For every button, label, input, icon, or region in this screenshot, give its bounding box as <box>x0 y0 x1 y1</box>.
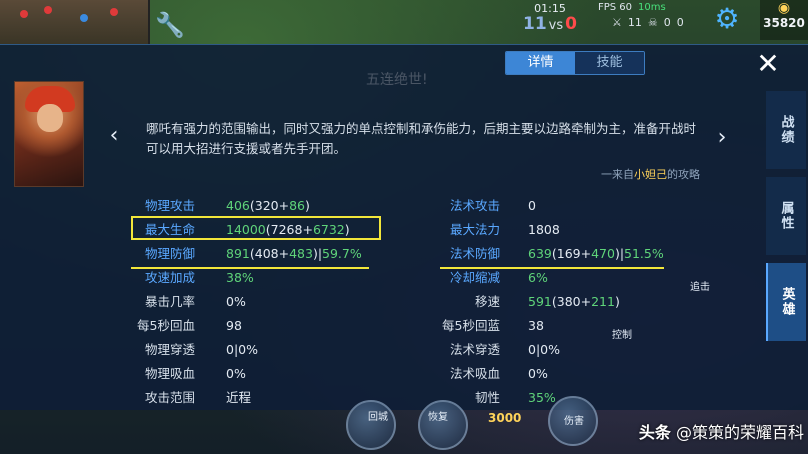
stat-label: 冷却缩减 <box>449 270 500 285</box>
top-hud: 🔧 01:15 11 vs 0 FPS 60 10ms ⚔ 11 ☠ 0 0 ⚙ ◉… <box>0 0 808 44</box>
assists: 0 <box>676 16 684 29</box>
gear-icon[interactable]: ⚙ <box>712 4 742 34</box>
minimap[interactable] <box>0 0 150 44</box>
score-blue: 11 <box>523 14 547 34</box>
hero-portrait <box>14 81 84 187</box>
stat-value: 639(169+470)|51.5% <box>528 242 664 266</box>
stat-value: 0 <box>528 194 536 218</box>
side-tabs: 战绩 属性 英雄 <box>766 91 806 351</box>
death-icon: ☠ <box>647 16 658 29</box>
chase-label: 追击 <box>690 282 710 293</box>
minimap-dot <box>80 14 88 22</box>
side-tab-hero[interactable]: 英雄 <box>766 263 806 341</box>
quote-author[interactable]: 小妲己 <box>634 168 667 181</box>
quote-suffix: 的攻略 <box>667 168 700 181</box>
stat-value-base: (380+ <box>551 294 592 309</box>
minimap-dot <box>20 10 28 18</box>
stat-value: 0% <box>528 362 548 386</box>
footer-watermark: 头条 @策策的荣耀百科 <box>594 420 804 446</box>
stat-value-main: 0|0% <box>528 342 560 357</box>
stat-value: 591(380+211) <box>528 290 620 314</box>
stat-value-main: 0 <box>528 198 536 213</box>
hero-description: 哪吒有强力的范围输出，同时又强力的单点控制和承伤能力，后期主要以边路牵制为主，准… <box>146 121 697 156</box>
kills: 11 <box>627 16 642 29</box>
score-vs: vs <box>548 18 564 33</box>
highlight-underline-phys-def <box>131 267 369 269</box>
side-tab-attributes[interactable]: 属性 <box>766 177 806 255</box>
gold-amount: 35820 <box>763 16 805 30</box>
stat-value-close: ) <box>614 294 620 309</box>
heal-label: 恢复 <box>428 412 448 423</box>
kda-readout: ⚔ 11 ☠ 0 0 <box>612 16 708 29</box>
team-score: 11 vs 0 <box>510 14 590 34</box>
footer-handle: @策策的荣耀百科 <box>675 423 804 442</box>
minimap-dot <box>44 6 52 14</box>
stat-value: 0|0% <box>528 338 560 362</box>
ping-readout: 10ms <box>638 2 666 13</box>
stat-value-bonus: 470 <box>591 246 615 261</box>
side-tab-record[interactable]: 战绩 <box>766 91 806 169</box>
panel-tabs: 详情 技能 <box>505 51 645 75</box>
chevron-left-icon[interactable]: ‹ <box>104 123 124 148</box>
recall-label: 回城 <box>368 412 388 423</box>
gold-display: ◉ 35820 <box>760 0 808 40</box>
stat-label: 法术吸血 <box>449 366 500 381</box>
footer-brand: 头条 <box>638 423 671 442</box>
coin-icon: ◉ <box>777 0 791 16</box>
kill-icon: ⚔ <box>612 16 622 29</box>
stat-label: 每5秒回蓝 <box>442 318 500 333</box>
control-label: 控制 <box>612 330 632 341</box>
stat-label: 移速 <box>474 294 500 309</box>
kill-banner-text: 五连绝世! <box>366 72 428 88</box>
stat-value-main: 6% <box>528 270 548 285</box>
stat-row: 法术防御 639(169+470)|51.5% <box>0 242 760 266</box>
stat-value-main: 0% <box>528 366 548 381</box>
close-icon[interactable]: ✕ <box>748 49 788 79</box>
guide-attribution: 一来自小妲己的攻略 <box>590 166 700 182</box>
stat-row: 冷却缩减 6% <box>0 266 760 290</box>
highlight-box-max-hp <box>131 216 381 240</box>
fps-readout: FPS 60 <box>598 2 633 13</box>
stat-row: 移速 591(380+211) <box>0 290 760 314</box>
network-status: FPS 60 10ms <box>598 2 708 13</box>
tab-skills[interactable]: 技能 <box>575 52 644 74</box>
stat-value: 6% <box>528 266 548 290</box>
tab-details[interactable]: 详情 <box>506 52 575 74</box>
gold-cost: 3000 <box>488 411 522 425</box>
stat-label: 法术攻击 <box>449 198 500 213</box>
deaths: 0 <box>663 16 671 29</box>
highlight-underline-magic-def <box>440 267 664 269</box>
stat-value-close: )| <box>614 246 625 261</box>
score-red: 0 <box>565 14 577 34</box>
chevron-right-icon[interactable]: › <box>712 125 732 150</box>
stat-value: 1808 <box>528 218 560 242</box>
stat-label: 最大法力 <box>449 222 500 237</box>
portrait-face <box>37 104 63 132</box>
stat-value-main: 35% <box>528 390 556 405</box>
wrench-icon[interactable]: 🔧 <box>155 10 185 40</box>
stat-pct: 51.5% <box>624 246 664 261</box>
stat-row: 法术吸血 0% <box>0 362 760 386</box>
stat-value-base: (169+ <box>551 246 592 261</box>
stat-value-main: 591 <box>528 294 552 309</box>
stat-row: 每5秒回蓝 38 <box>0 314 760 338</box>
stat-label: 法术防御 <box>449 246 500 261</box>
stat-value-bonus: 211 <box>591 294 615 309</box>
stat-row: 法术穿透 0|0% <box>0 338 760 362</box>
stat-value: 38 <box>528 314 544 338</box>
stat-value-main: 38 <box>528 318 544 333</box>
minimap-dot <box>110 8 118 16</box>
stat-value-main: 1808 <box>528 222 560 237</box>
stat-value-main: 639 <box>528 246 552 261</box>
stat-label: 法术穿透 <box>449 342 500 357</box>
stat-row: 法术攻击 0 <box>0 194 760 218</box>
damage-label: 伤害 <box>564 416 584 427</box>
quote-prefix: 一来自 <box>601 168 634 181</box>
